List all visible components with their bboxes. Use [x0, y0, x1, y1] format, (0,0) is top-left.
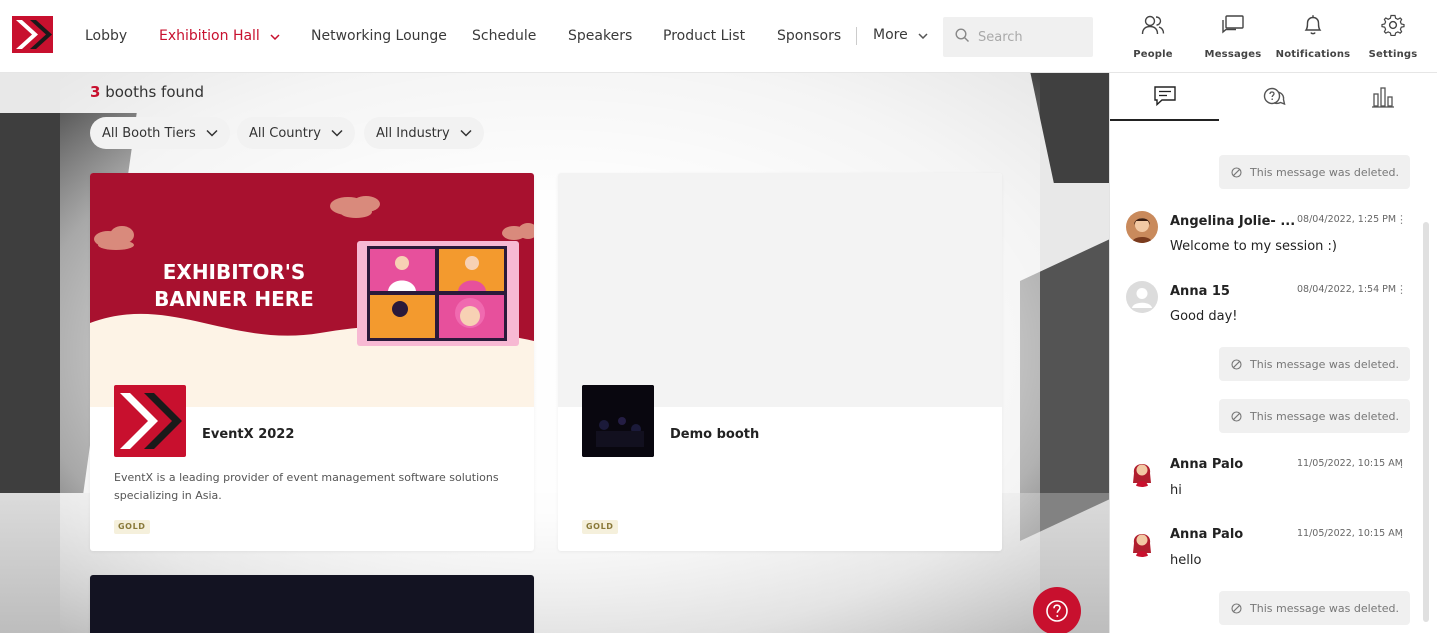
- nav-divider: [856, 27, 857, 45]
- nav-more[interactable]: More: [873, 27, 928, 43]
- booths-found-count: 3: [90, 83, 101, 101]
- tab-poll[interactable]: [1328, 73, 1437, 121]
- booth-card-eventx[interactable]: EXHIBITOR'S BANNER HERE EventX 2022 Even…: [90, 173, 534, 551]
- filter-industry[interactable]: All Industry: [364, 117, 484, 149]
- message-author: Anna Palo: [1170, 457, 1244, 472]
- notifications-button[interactable]: Notifications: [1273, 14, 1353, 61]
- settings-label: Settings: [1368, 49, 1418, 60]
- avatar[interactable]: [1126, 211, 1158, 243]
- eventx-logo[interactable]: [12, 16, 53, 53]
- filter-country[interactable]: All Country: [237, 117, 355, 149]
- search-box[interactable]: [943, 17, 1093, 57]
- people-icon: [1141, 15, 1165, 35]
- help-icon: [1046, 600, 1068, 622]
- booth-description: EventX is a leading provider of event ma…: [114, 471, 499, 502]
- top-navigation: Lobby Exhibition Hall Networking Lounge …: [0, 0, 1437, 73]
- booth-logo: [582, 385, 654, 457]
- message-text: hi: [1170, 483, 1182, 498]
- deleted-message: This message was deleted.: [1219, 399, 1410, 433]
- deleted-message: This message was deleted.: [1219, 591, 1410, 625]
- nav-sponsors[interactable]: Sponsors: [777, 28, 841, 44]
- message-timestamp: 11/05/2022, 10:15 AM: [1297, 528, 1403, 539]
- nav-exhibition-hall[interactable]: Exhibition Hall: [159, 28, 280, 44]
- gear-icon: [1381, 14, 1405, 36]
- messages-icon: [1222, 15, 1244, 34]
- nav-speakers[interactable]: Speakers: [568, 28, 632, 44]
- tab-chat[interactable]: [1110, 73, 1219, 121]
- bell-icon: [1304, 15, 1322, 35]
- deleted-message-text: This message was deleted.: [1250, 165, 1400, 179]
- chevron-down-icon: [270, 28, 280, 44]
- panel-tabs: [1110, 73, 1437, 121]
- nav-lobby[interactable]: Lobby: [85, 28, 127, 44]
- more-options-icon[interactable]: ⋮: [1396, 527, 1407, 540]
- message-author: Angelina Jolie- ...: [1170, 214, 1296, 229]
- booth-card-demo[interactable]: Demo booth GOLD: [558, 173, 1002, 551]
- chevron-down-icon: [918, 27, 928, 43]
- question-chat-icon: [1263, 87, 1285, 106]
- more-options-icon[interactable]: ⋮: [1396, 283, 1407, 296]
- banner-headline: EXHIBITOR'S BANNER HERE: [154, 260, 314, 311]
- deleted-message: This message was deleted.: [1219, 155, 1410, 189]
- nav-product-list[interactable]: Product List: [663, 28, 745, 44]
- search-input[interactable]: [978, 29, 1078, 45]
- tier-badge: GOLD: [114, 520, 150, 534]
- tab-qa[interactable]: [1219, 73, 1328, 121]
- message-author: Anna 15: [1170, 284, 1230, 299]
- filter-booth-tiers[interactable]: All Booth Tiers: [90, 117, 230, 149]
- booth-name[interactable]: Demo booth: [670, 427, 759, 442]
- message-text: Welcome to my session :): [1170, 239, 1337, 254]
- tier-badge: GOLD: [582, 520, 618, 534]
- search-icon: [955, 27, 970, 47]
- message-timestamp: 08/04/2022, 1:25 PM: [1297, 214, 1397, 225]
- chevron-down-icon: [206, 129, 218, 137]
- filter-booth-tiers-label: All Booth Tiers: [102, 125, 196, 141]
- booth-banner: EXHIBITOR'S BANNER HERE: [90, 173, 534, 407]
- booth-logo: [114, 385, 186, 457]
- exhibition-hall-main: 3 booths found All Booth Tiers All Count…: [0, 73, 1109, 633]
- message-timestamp: 08/04/2022, 1:54 PM: [1297, 284, 1397, 295]
- filter-industry-label: All Industry: [376, 125, 450, 141]
- chevron-down-icon: [460, 129, 472, 137]
- filter-country-label: All Country: [249, 125, 321, 141]
- blocked-icon: [1231, 602, 1242, 614]
- booth-name[interactable]: EventX 2022: [202, 427, 294, 442]
- deleted-message-text: This message was deleted.: [1250, 357, 1400, 371]
- message-author: Anna Palo: [1170, 527, 1244, 542]
- message-text: Good day!: [1170, 309, 1238, 324]
- help-button[interactable]: [1033, 587, 1081, 633]
- messages-button[interactable]: Messages: [1193, 14, 1273, 61]
- deleted-message-text: This message was deleted.: [1250, 601, 1400, 615]
- nav-exhibition-hall-label: Exhibition Hall: [159, 28, 260, 44]
- avatar[interactable]: [1126, 281, 1158, 313]
- booth-card-third[interactable]: [90, 575, 534, 633]
- chat-scrollbar[interactable]: [1423, 222, 1429, 622]
- deleted-message-text: This message was deleted.: [1250, 409, 1400, 423]
- settings-button[interactable]: Settings: [1353, 14, 1433, 61]
- blocked-icon: [1231, 358, 1242, 370]
- deleted-message: This message was deleted.: [1219, 347, 1410, 381]
- notifications-label: Notifications: [1275, 49, 1351, 60]
- booth-banner: [558, 173, 1002, 407]
- blocked-icon: [1231, 166, 1242, 178]
- booths-found-text: 3 booths found: [90, 83, 204, 101]
- avatar[interactable]: [1126, 455, 1158, 487]
- blocked-icon: [1231, 410, 1242, 422]
- message-text: hello: [1170, 553, 1202, 568]
- messages-label: Messages: [1204, 49, 1262, 60]
- chat-icon: [1153, 86, 1176, 107]
- chevron-down-icon: [331, 129, 343, 137]
- more-options-icon[interactable]: ⋮: [1396, 213, 1407, 226]
- more-options-icon[interactable]: ⋮: [1396, 457, 1407, 470]
- people-label: People: [1133, 49, 1173, 60]
- bar-chart-icon: [1371, 87, 1394, 108]
- nav-networking-lounge[interactable]: Networking Lounge: [311, 28, 447, 44]
- message-timestamp: 11/05/2022, 10:15 AM: [1297, 458, 1403, 469]
- booths-found-label: booths found: [100, 83, 205, 101]
- nav-more-label: More: [873, 27, 908, 43]
- avatar[interactable]: [1126, 525, 1158, 557]
- people-button[interactable]: People: [1113, 14, 1193, 61]
- nav-schedule[interactable]: Schedule: [472, 28, 536, 44]
